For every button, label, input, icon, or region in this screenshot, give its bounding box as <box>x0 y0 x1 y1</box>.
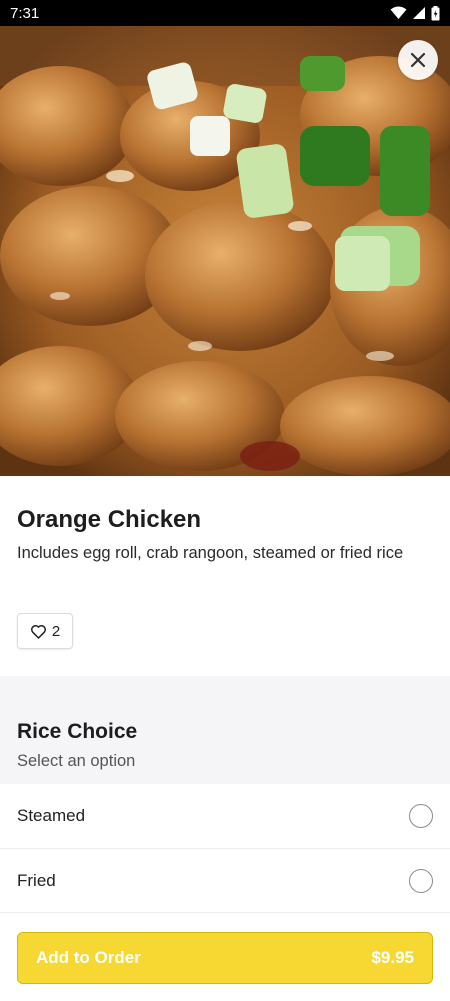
item-info: Orange Chicken Includes egg roll, crab r… <box>0 476 450 676</box>
radio-button[interactable] <box>409 868 433 893</box>
like-count: 2 <box>51 622 61 640</box>
status-bar: 7:31 <box>0 0 450 26</box>
orange-chicken-illustration <box>0 26 450 476</box>
radio-button[interactable] <box>409 804 433 828</box>
heart-icon <box>30 624 46 639</box>
item-title: Orange Chicken <box>17 506 202 533</box>
option-steamed[interactable]: Steamed <box>0 784 450 848</box>
signal-icon <box>413 7 425 19</box>
status-time: 7:31 <box>10 4 40 22</box>
option-label: Steamed <box>17 806 86 825</box>
item-description: Includes egg roll, crab rangoon, steamed… <box>17 544 404 562</box>
option-group-title: Rice Choice <box>17 720 138 743</box>
option-group-subtitle: Select an option <box>17 752 136 770</box>
option-fried[interactable]: Fried <box>0 848 450 912</box>
add-to-order-button[interactable]: Add to Order $9.95 <box>17 932 433 984</box>
wifi-icon <box>390 6 407 19</box>
close-button[interactable] <box>398 40 438 80</box>
status-icons <box>390 5 440 21</box>
add-to-order-label: Add to Order <box>36 948 141 967</box>
option-label: Fried <box>17 870 56 890</box>
order-footer: Add to Order $9.95 <box>0 912 450 1001</box>
food-photo <box>0 26 450 476</box>
option-list: Steamed Fried <box>0 784 450 912</box>
battery-icon <box>431 5 440 20</box>
like-button[interactable]: 2 <box>17 613 73 649</box>
close-icon <box>410 52 426 68</box>
order-price: $9.95 <box>371 948 414 967</box>
